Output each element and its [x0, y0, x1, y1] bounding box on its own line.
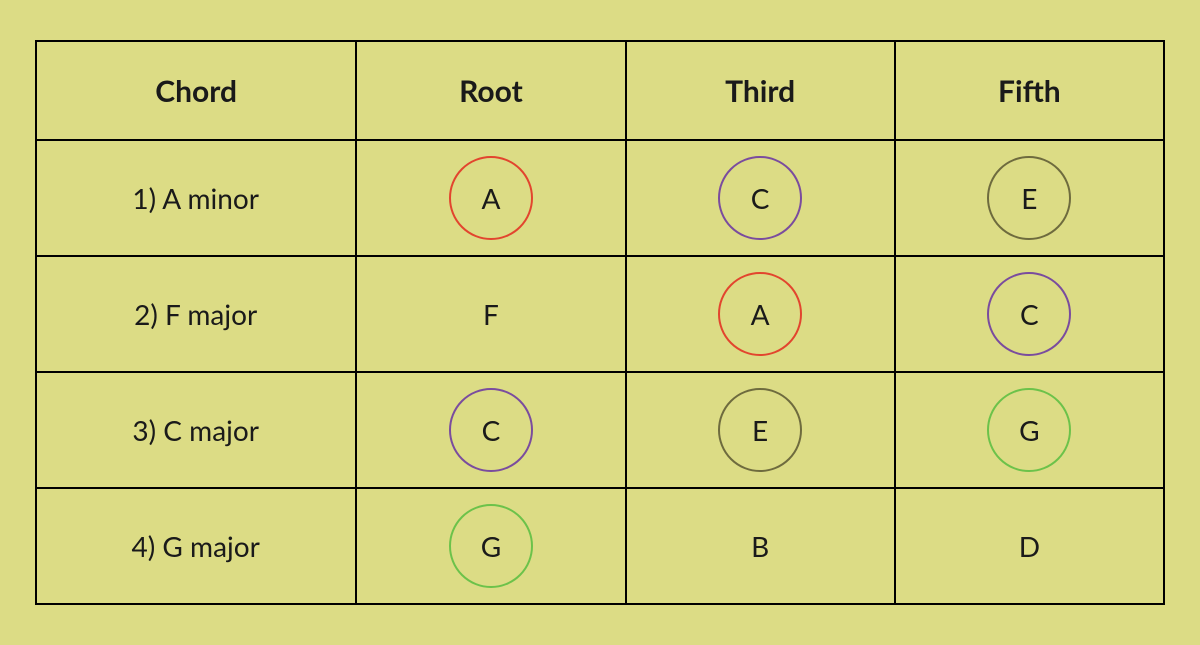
note-third: B [718, 504, 802, 588]
chord-table-container: Chord Root Third Fifth 1) A minor A C E … [0, 0, 1200, 645]
note-fifth: D [987, 504, 1071, 588]
note-root: A [449, 156, 533, 240]
note-fifth: E [987, 156, 1071, 240]
table-header-row: Chord Root Third Fifth [36, 41, 1164, 140]
chord-label: 2) F major [36, 256, 356, 372]
cell-root: G [356, 488, 625, 604]
table-row: 2) F major F A C [36, 256, 1164, 372]
chord-label: 1) A minor [36, 140, 356, 256]
header-fifth: Fifth [895, 41, 1164, 140]
note-third: A [718, 272, 802, 356]
note-third: E [718, 388, 802, 472]
cell-fifth: C [895, 256, 1164, 372]
note-root: F [449, 272, 533, 356]
table-row: 3) C major C E G [36, 372, 1164, 488]
note-root: G [449, 504, 533, 588]
header-third: Third [626, 41, 895, 140]
cell-third: B [626, 488, 895, 604]
header-chord: Chord [36, 41, 356, 140]
chord-table: Chord Root Third Fifth 1) A minor A C E … [35, 40, 1165, 605]
cell-fifth: E [895, 140, 1164, 256]
note-third: C [718, 156, 802, 240]
cell-third: A [626, 256, 895, 372]
chord-label: 3) C major [36, 372, 356, 488]
note-root: C [449, 388, 533, 472]
header-root: Root [356, 41, 625, 140]
cell-root: C [356, 372, 625, 488]
cell-third: C [626, 140, 895, 256]
note-fifth: C [987, 272, 1071, 356]
table-row: 4) G major G B D [36, 488, 1164, 604]
note-fifth: G [987, 388, 1071, 472]
table-row: 1) A minor A C E [36, 140, 1164, 256]
cell-third: E [626, 372, 895, 488]
cell-root: A [356, 140, 625, 256]
cell-fifth: G [895, 372, 1164, 488]
cell-root: F [356, 256, 625, 372]
cell-fifth: D [895, 488, 1164, 604]
chord-label: 4) G major [36, 488, 356, 604]
